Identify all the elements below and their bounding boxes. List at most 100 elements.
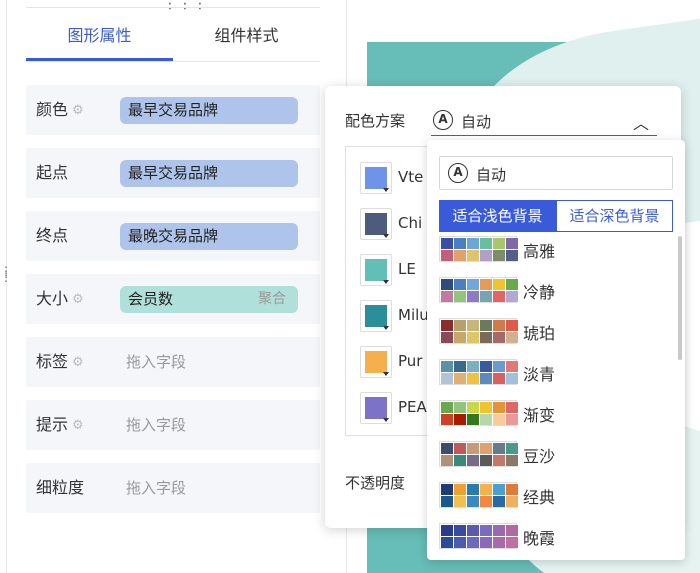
palette-color-cell (454, 332, 466, 343)
palette-option[interactable]: 晚霞 (439, 523, 669, 557)
palette-color-cell (467, 332, 479, 343)
palette-color-cell (480, 496, 492, 507)
field-row-size[interactable]: 大小 ⚙ 会员数 聚合 (26, 274, 320, 324)
field-row-tooltip[interactable]: 提示 ⚙ 拖入字段 (26, 400, 320, 450)
palette-color-cell (493, 484, 505, 495)
field-chip[interactable]: 最晚交易品牌 (120, 223, 298, 250)
swatch-color (365, 351, 387, 373)
aggregate-label[interactable]: 聚合 (258, 286, 286, 313)
palette-color-cell (454, 320, 466, 331)
palette-color-cell (441, 250, 453, 261)
palette-color-cell (480, 332, 492, 343)
palette-color-cell (493, 402, 505, 413)
palette-color-cell (441, 537, 453, 548)
palette-color-cell (506, 414, 518, 425)
palette-option[interactable]: 豆沙 (439, 441, 669, 475)
field-chip[interactable]: 会员数 聚合 (120, 286, 298, 313)
field-chip[interactable]: 最早交易品牌 (120, 160, 298, 187)
dropdown-scrollbar[interactable] (678, 236, 682, 360)
palette-color-cell (480, 250, 492, 261)
palette-color-cell (441, 402, 453, 413)
panel-divider (6, 0, 7, 573)
palette-color-cell (506, 332, 518, 343)
palette-color-cell (493, 496, 505, 507)
palette-color-cell (493, 238, 505, 249)
palette-option[interactable]: 经典 (439, 482, 669, 516)
dark-background-button[interactable]: 适合深色背景 (556, 200, 673, 232)
palette-color-cell (506, 373, 518, 384)
caret-down-icon (383, 188, 389, 192)
palette-color-cell (506, 402, 518, 413)
chevron-up-icon[interactable]: ︿ (633, 110, 649, 134)
field-label: 起点 (36, 163, 69, 182)
auto-icon: A (448, 163, 468, 183)
palette-color-cell (493, 414, 505, 425)
palette-color-cell (506, 320, 518, 331)
palette-color-cell (454, 250, 466, 261)
chip-text: 会员数 (128, 290, 174, 308)
palette-swatch-grid (439, 441, 518, 467)
tab-component-style[interactable]: 组件样式 (173, 14, 320, 61)
swatch-name: Pur (398, 352, 423, 370)
palette-color-cell (506, 455, 518, 466)
palette-name: 晚霞 (523, 529, 556, 548)
gear-icon[interactable]: ⚙ (72, 104, 85, 117)
swatch-item[interactable]: Milu (360, 300, 428, 334)
palette-color-cell (467, 525, 479, 536)
field-row-color[interactable]: 颜色 ⚙ 最早交易品牌 (26, 85, 320, 135)
palette-option[interactable]: 渐变 (439, 400, 669, 434)
palette-option[interactable]: 淡青 (439, 359, 669, 393)
property-tabs: 图形属性 组件样式 (26, 14, 320, 62)
field-row-label[interactable]: 标签 ⚙ 拖入字段 (26, 337, 320, 387)
gear-icon[interactable]: ⚙ (72, 293, 85, 306)
gear-icon[interactable]: ⚙ (72, 419, 85, 432)
palette-color-cell (480, 373, 492, 384)
palette-color-cell (454, 291, 466, 302)
swatch-color (365, 213, 387, 235)
color-scheme-select[interactable]: A 自动 ︿ (431, 104, 657, 136)
light-background-button[interactable]: 适合浅色背景 (439, 200, 556, 232)
palette-option[interactable]: 高雅 (439, 236, 669, 270)
palette-swatch-grid (439, 359, 518, 385)
palette-color-cell (493, 455, 505, 466)
swatch-item[interactable]: Vte (360, 162, 428, 196)
palette-color-cell (493, 537, 505, 548)
palette-color-cell (454, 361, 466, 372)
gear-icon[interactable]: ⚙ (72, 356, 85, 369)
palette-color-cell (467, 414, 479, 425)
tab-graphic-properties[interactable]: 图形属性 (26, 14, 173, 61)
swatch-item[interactable]: PEA (360, 392, 428, 426)
swatch-item[interactable]: Chi (360, 208, 428, 242)
palette-option[interactable]: 琥珀 (439, 318, 669, 352)
palette-name: 渐变 (523, 406, 556, 425)
side-drag-handle-icon[interactable]: ⋮ ⋮ (0, 265, 12, 283)
auto-scheme-option[interactable]: A 自动 (439, 156, 673, 190)
drop-field-placeholder[interactable]: 拖入字段 (126, 463, 186, 513)
field-label: 提示 (36, 415, 69, 434)
swatch-item[interactable]: Pur (360, 346, 428, 380)
field-row-start[interactable]: 起点 最早交易品牌 (26, 148, 320, 198)
palette-color-cell (480, 279, 492, 290)
palette-color-cell (441, 496, 453, 507)
palette-swatch-grid (439, 400, 518, 426)
field-row-end[interactable]: 终点 最晚交易品牌 (26, 211, 320, 261)
palette-color-cell (467, 279, 479, 290)
field-chip[interactable]: 最早交易品牌 (120, 97, 298, 124)
field-label: 标签 (36, 352, 69, 371)
field-row-granularity[interactable]: 细粒度 拖入字段 (26, 463, 320, 513)
palette-option[interactable]: 冷静 (439, 277, 669, 311)
drop-field-placeholder[interactable]: 拖入字段 (126, 400, 186, 450)
swatch-item[interactable]: LE (360, 254, 428, 288)
palette-color-cell (493, 320, 505, 331)
caret-down-icon (383, 234, 389, 238)
palette-color-cell (454, 537, 466, 548)
palette-swatch-grid (439, 482, 518, 508)
drop-field-placeholder[interactable]: 拖入字段 (126, 337, 186, 387)
palette-color-cell (441, 361, 453, 372)
caret-down-icon (383, 372, 389, 376)
palette-color-cell (506, 238, 518, 249)
palette-swatch-grid (439, 523, 518, 549)
palette-color-cell (506, 279, 518, 290)
palette-color-cell (467, 455, 479, 466)
swatch-color (365, 305, 387, 327)
